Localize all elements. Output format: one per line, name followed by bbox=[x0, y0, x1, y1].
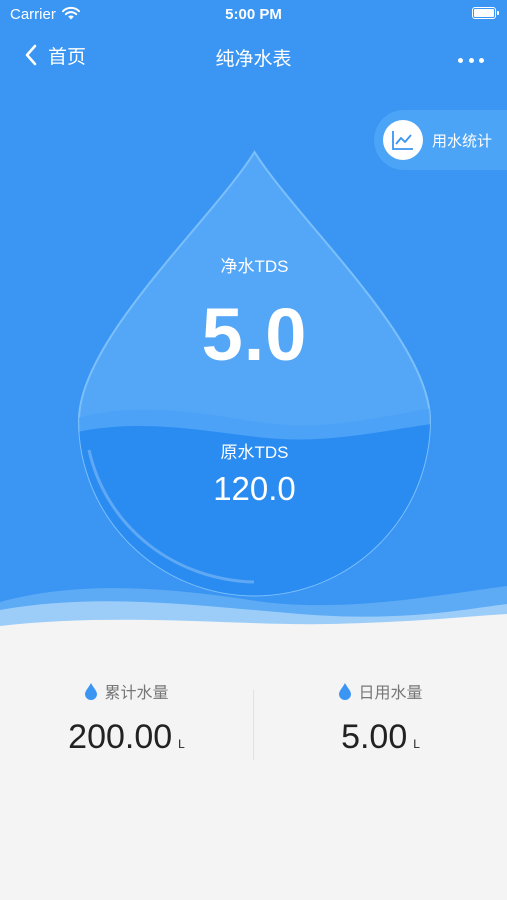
daily-water-header: 日用水量 bbox=[254, 680, 507, 702]
status-bar: Carrier 5:00 PM bbox=[0, 0, 507, 28]
nav-bar: 首页 纯净水表 bbox=[0, 36, 507, 76]
water-drop-icon bbox=[339, 683, 352, 700]
battery-icon bbox=[472, 7, 499, 19]
daily-water-unit: L bbox=[413, 737, 420, 751]
pure-tds-value: 5.0 bbox=[201, 293, 308, 376]
pure-tds-label: 净水TDS bbox=[220, 257, 289, 276]
total-water-value-row: 200.00 L bbox=[0, 718, 253, 757]
total-water-panel: 累计水量 200.00 L bbox=[0, 680, 253, 757]
daily-water-panel: 日用水量 5.00 L bbox=[254, 680, 507, 757]
daily-water-value: 5.00 bbox=[341, 718, 408, 756]
total-water-label: 累计水量 bbox=[104, 685, 169, 702]
hero-section: Carrier 5:00 PM 首页 纯净水表 用水统计 净水TDS 5.0 原… bbox=[0, 0, 507, 640]
daily-water-value-row: 5.00 L bbox=[254, 718, 507, 757]
total-water-header: 累计水量 bbox=[0, 680, 253, 702]
water-stats-label: 用水统计 bbox=[432, 132, 493, 150]
trend-chart-icon bbox=[392, 131, 413, 150]
total-water-unit: L bbox=[178, 737, 185, 751]
page-title: 纯净水表 bbox=[215, 49, 292, 70]
water-drop-icon bbox=[85, 683, 98, 700]
bottom-waves bbox=[0, 586, 507, 640]
more-button[interactable] bbox=[458, 56, 484, 64]
raw-tds-label: 原水TDS bbox=[220, 443, 289, 462]
summary-section: 累计水量 200.00 L 日用水量 5.00 L bbox=[0, 640, 507, 900]
summary-divider bbox=[253, 690, 254, 760]
raw-tds-value: 120.0 bbox=[213, 470, 296, 507]
total-water-value: 200.00 bbox=[68, 718, 173, 756]
more-dots-icon bbox=[458, 57, 463, 63]
status-time: 5:00 PM bbox=[225, 6, 282, 23]
daily-water-label: 日用水量 bbox=[358, 685, 423, 702]
